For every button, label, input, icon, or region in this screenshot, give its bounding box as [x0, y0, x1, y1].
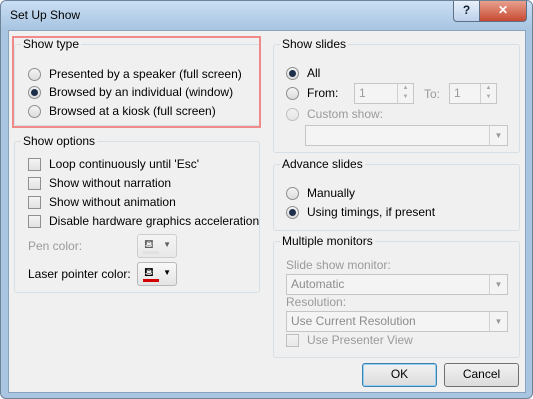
checkbox-label: Loop continuously until 'Esc'	[49, 157, 200, 171]
dialog-title: Set Up Show	[10, 8, 81, 22]
set-up-show-dialog: Set Up Show ? ✕ Show type Presented by a…	[0, 0, 533, 399]
radio-from[interactable]: From:	[286, 86, 338, 100]
close-button[interactable]: ✕	[479, 1, 527, 22]
spinner-arrows[interactable]: ▲ ▼	[480, 84, 496, 103]
checkbox-label: Show without narration	[49, 176, 172, 190]
show-slides-title: Show slides	[280, 37, 349, 51]
radio-button[interactable]	[286, 186, 299, 200]
dropdown-value: Automatic	[291, 277, 345, 291]
radio-label: All	[307, 66, 321, 80]
chevron-down-icon: ▼	[489, 275, 507, 294]
chevron-down-icon: ▼	[489, 126, 507, 145]
highlight-box	[12, 36, 261, 128]
checkbox-label: Use Presenter View	[307, 333, 413, 347]
spinner-arrows[interactable]: ▲ ▼	[397, 84, 413, 103]
to-label: To:	[424, 87, 441, 101]
title-bar[interactable]: Set Up Show ? ✕	[1, 1, 532, 29]
pen-color-label: Pen color:	[28, 239, 83, 253]
radio-button[interactable]	[286, 86, 299, 100]
radio-button[interactable]	[286, 205, 299, 219]
checkbox[interactable]	[28, 157, 41, 171]
advance-slides-title: Advance slides	[280, 157, 365, 171]
radio-label: Custom show:	[307, 107, 384, 121]
show-options-title: Show options	[21, 134, 98, 148]
pen-color-picker[interactable]: ⛾ ▼	[137, 234, 177, 258]
multiple-monitors-title: Multiple monitors	[280, 234, 375, 248]
checkbox-use-presenter-view[interactable]: Use Presenter View	[286, 333, 413, 347]
dropdown-value: Use Current Resolution	[291, 314, 416, 328]
checkbox-label: Disable hardware graphics acceleration	[49, 214, 260, 228]
radio-label: From:	[307, 86, 339, 100]
radio-label: Using timings, if present	[307, 205, 436, 219]
radio-using-timings[interactable]: Using timings, if present	[286, 205, 435, 219]
checkbox-disable-hardware-acceleration[interactable]: Disable hardware graphics acceleration	[28, 214, 259, 228]
ok-button[interactable]: OK	[362, 363, 437, 387]
radio-all-slides[interactable]: All	[286, 66, 320, 80]
spinner-value: 1	[454, 86, 461, 100]
checkbox[interactable]	[28, 176, 41, 190]
radio-label: Manually	[307, 186, 356, 200]
radio-custom-show[interactable]: Custom show:	[286, 107, 383, 121]
custom-show-dropdown[interactable]: ▼	[305, 125, 508, 146]
slide-show-monitor-label: Slide show monitor:	[286, 258, 391, 272]
chevron-down-icon: ▼	[163, 268, 171, 277]
resolution-dropdown[interactable]: Use Current Resolution ▼	[286, 311, 508, 332]
help-button[interactable]: ?	[453, 1, 480, 22]
checkbox[interactable]	[28, 195, 41, 209]
cancel-button[interactable]: Cancel	[444, 363, 519, 387]
spinner-value: 1	[359, 86, 366, 100]
slide-show-monitor-dropdown[interactable]: Automatic ▼	[286, 274, 508, 295]
checkbox[interactable]	[28, 214, 41, 228]
laser-pointer-color-picker[interactable]: ⛾ ▼	[137, 262, 177, 286]
checkbox-show-without-animation[interactable]: Show without animation	[28, 195, 176, 209]
laser-pointer-color-label: Laser pointer color:	[28, 267, 131, 281]
resolution-label: Resolution:	[286, 295, 347, 309]
laser-color-swatch	[143, 279, 159, 282]
radio-manually[interactable]: Manually	[286, 186, 355, 200]
from-slide-spinner[interactable]: 1 ▲ ▼	[354, 83, 414, 104]
checkbox-loop-continuously[interactable]: Loop continuously until 'Esc'	[28, 157, 199, 171]
checkbox-show-without-narration[interactable]: Show without narration	[28, 176, 171, 190]
dialog-body: Show type Presented by a speaker (full s…	[8, 30, 526, 393]
radio-button[interactable]	[286, 107, 299, 121]
checkbox[interactable]	[286, 333, 299, 347]
chevron-down-icon: ▼	[489, 312, 507, 331]
pen-color-swatch	[143, 251, 159, 254]
radio-button[interactable]	[286, 66, 299, 80]
checkbox-label: Show without animation	[49, 195, 176, 209]
to-slide-spinner[interactable]: 1 ▲ ▼	[449, 83, 497, 104]
chevron-down-icon: ▼	[163, 240, 171, 249]
